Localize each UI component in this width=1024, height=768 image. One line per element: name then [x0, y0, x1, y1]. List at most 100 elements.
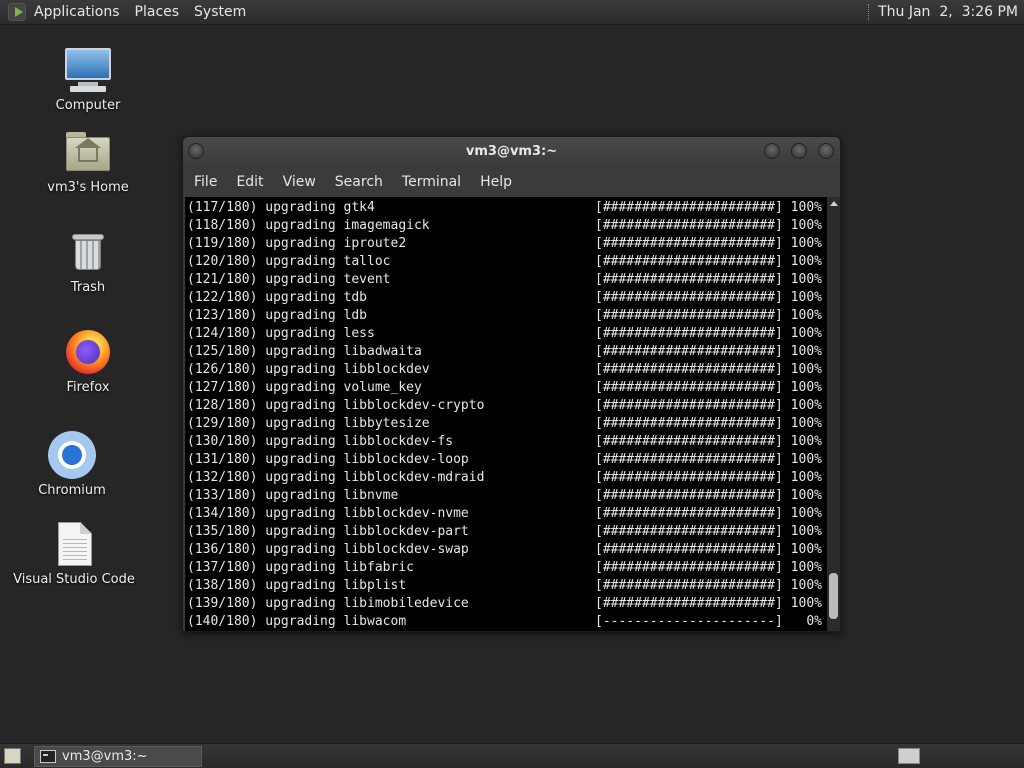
terminal-line-text: (118/180) upgrading imagemagick: [187, 218, 430, 233]
firefox-icon: [64, 328, 112, 376]
menu-places[interactable]: Places: [135, 4, 180, 20]
terminal-line: (122/180) upgrading tdb [################…: [187, 289, 827, 307]
document-icon: [50, 520, 98, 568]
desktop-icon-computer[interactable]: Computer: [23, 46, 153, 113]
terminal-line: (132/180) upgrading libblockdev-mdraid [#…: [187, 469, 827, 487]
show-desktop-icon[interactable]: [4, 748, 21, 764]
terminal-line-progress: [######################] 100%: [595, 362, 822, 377]
terminal-line-progress: [----------------------] 0%: [595, 614, 822, 629]
terminal-line-progress: [######################] 100%: [595, 452, 822, 467]
terminal-line-progress: [######################] 100%: [595, 542, 822, 557]
workspace-switcher[interactable]: [898, 748, 920, 764]
terminal-line-progress: [######################] 100%: [595, 560, 822, 575]
terminal-output[interactable]: (117/180) upgrading gtk4 [###############…: [185, 197, 827, 631]
close-button[interactable]: [818, 143, 834, 159]
terminal-line-progress: [######################] 100%: [595, 272, 822, 287]
terminal-line-progress: [######################] 100%: [595, 524, 822, 539]
terminal-line-text: (140/180) upgrading libwacom: [187, 614, 407, 629]
terminal-line-progress: [######################] 100%: [595, 326, 822, 341]
terminal-line: (135/180) upgrading libblockdev-part [###…: [187, 523, 827, 541]
terminal-line-text: (128/180) upgrading libblockdev-crypto: [187, 398, 485, 413]
terminal-line: (126/180) upgrading libblockdev [########…: [187, 361, 827, 379]
desktop-icon-label: Visual Studio Code: [13, 572, 135, 587]
terminal-line: (123/180) upgrading ldb [################…: [187, 307, 827, 325]
maximize-button[interactable]: [791, 143, 807, 159]
desktop-icon-label: Computer: [55, 98, 121, 113]
menu-search[interactable]: Search: [335, 174, 383, 190]
terminal-line-text: (124/180) upgrading less: [187, 326, 375, 341]
menu-terminal[interactable]: Terminal: [402, 174, 461, 190]
terminal-line: (140/180) upgrading libwacom [-----------…: [187, 613, 827, 631]
terminal-line: (138/180) upgrading libplist [###########…: [187, 577, 827, 595]
desktop-icon-trash[interactable]: Trash: [23, 228, 153, 295]
terminal-window: vm3@vm3:~ File Edit View Search Terminal…: [182, 136, 841, 632]
menu-file[interactable]: File: [194, 174, 217, 190]
menu-help[interactable]: Help: [480, 174, 512, 190]
terminal-line-progress: [######################] 100%: [595, 218, 822, 233]
terminal-scrollbar[interactable]: [827, 197, 840, 631]
panel-separator: [868, 4, 870, 20]
menu-view[interactable]: View: [283, 174, 316, 190]
minimize-button[interactable]: [764, 143, 780, 159]
terminal-line-text: (139/180) upgrading libimobiledevice: [187, 596, 469, 611]
terminal-line: (120/180) upgrading talloc [#############…: [187, 253, 827, 271]
terminal-line-text: (138/180) upgrading libplist: [187, 578, 407, 593]
terminal-line: (117/180) upgrading gtk4 [###############…: [187, 199, 827, 217]
terminal-line-progress: [######################] 100%: [595, 344, 822, 359]
scroll-up-icon[interactable]: [830, 201, 838, 206]
clock[interactable]: Thu Jan 2, 3:26 PM: [878, 4, 1018, 20]
terminal-line-progress: [######################] 100%: [595, 596, 822, 611]
terminal-line-text: (127/180) upgrading volume_key: [187, 380, 422, 395]
terminal-line-text: (135/180) upgrading libblockdev-part: [187, 524, 469, 539]
desktop-icon-firefox[interactable]: Firefox: [23, 328, 153, 395]
desktop-icon-label: Chromium: [38, 483, 106, 498]
scrollbar-thumb[interactable]: [829, 573, 838, 619]
terminal-line: (121/180) upgrading tevent [#############…: [187, 271, 827, 289]
terminal-line-text: (136/180) upgrading libblockdev-swap: [187, 542, 469, 557]
terminal-line: (134/180) upgrading libblockdev-nvme [###…: [187, 505, 827, 523]
terminal-menubar: File Edit View Search Terminal Help: [183, 167, 840, 197]
desktop-icon-home[interactable]: vm3's Home: [23, 128, 153, 195]
terminal-line: (125/180) upgrading libadwaita [#########…: [187, 343, 827, 361]
menu-applications[interactable]: Applications: [34, 4, 120, 20]
terminal-line-progress: [######################] 100%: [595, 470, 822, 485]
terminal-line-text: (119/180) upgrading iproute2: [187, 236, 407, 251]
terminal-line-progress: [######################] 100%: [595, 380, 822, 395]
terminal-line-text: (129/180) upgrading libbytesize: [187, 416, 430, 431]
terminal-titlebar[interactable]: vm3@vm3:~: [183, 137, 840, 167]
terminal-line-text: (121/180) upgrading tevent: [187, 272, 391, 287]
menu-edit[interactable]: Edit: [236, 174, 263, 190]
desktop-icon-label: Trash: [70, 280, 106, 295]
terminal-line-text: (131/180) upgrading libblockdev-loop: [187, 452, 469, 467]
terminal-line: (133/180) upgrading libnvme [############…: [187, 487, 827, 505]
terminal-line-text: (130/180) upgrading libblockdev-fs: [187, 434, 454, 449]
terminal-icon: [40, 750, 56, 763]
terminal-line: (128/180) upgrading libblockdev-crypto [#…: [187, 397, 827, 415]
terminal-line-text: (125/180) upgrading libadwaita: [187, 344, 422, 359]
terminal-line: (130/180) upgrading libblockdev-fs [#####…: [187, 433, 827, 451]
top-panel: Applications Places System Thu Jan 2, 3:…: [0, 0, 1024, 25]
terminal-line-text: (122/180) upgrading tdb: [187, 290, 368, 305]
terminal-line-text: (134/180) upgrading libblockdev-nvme: [187, 506, 469, 521]
terminal-line-progress: [######################] 100%: [595, 236, 822, 251]
terminal-line-progress: [######################] 100%: [595, 254, 822, 269]
terminal-line: (129/180) upgrading libbytesize [########…: [187, 415, 827, 433]
applications-logo-icon[interactable]: [8, 3, 26, 21]
trash-icon: [64, 228, 112, 276]
desktop-icon-label: vm3's Home: [47, 180, 129, 195]
taskbar-window-label: vm3@vm3:~: [62, 749, 148, 764]
terminal-line-text: (123/180) upgrading ldb: [187, 308, 368, 323]
terminal-line-progress: [######################] 100%: [595, 290, 822, 305]
terminal-line-progress: [######################] 100%: [595, 416, 822, 431]
menu-system[interactable]: System: [194, 4, 246, 20]
taskbar-window-button[interactable]: vm3@vm3:~: [34, 746, 202, 767]
desktop-icon-chromium[interactable]: Chromium: [7, 431, 137, 498]
home-folder-icon: [64, 128, 112, 176]
terminal-line-text: (132/180) upgrading libblockdev-mdraid: [187, 470, 485, 485]
terminal-line: (124/180) upgrading less [###############…: [187, 325, 827, 343]
terminal-line: (137/180) upgrading libfabric [##########…: [187, 559, 827, 577]
window-title: vm3@vm3:~: [465, 144, 558, 159]
terminal-line-text: (120/180) upgrading talloc: [187, 254, 391, 269]
desktop-icon-vscode[interactable]: Visual Studio Code: [9, 520, 139, 587]
terminal-line: (136/180) upgrading libblockdev-swap [###…: [187, 541, 827, 559]
